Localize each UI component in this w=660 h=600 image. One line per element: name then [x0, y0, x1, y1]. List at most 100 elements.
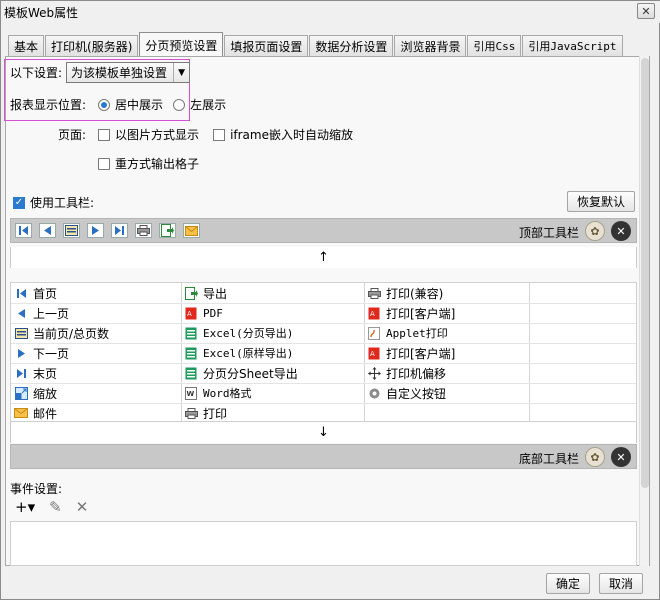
- export-icon[interactable]: [159, 223, 176, 238]
- list-item-custom-button[interactable]: 自定义按钮: [367, 383, 446, 403]
- tab-fill-page[interactable]: 填报页面设置: [224, 35, 309, 56]
- word-icon: W: [184, 386, 198, 400]
- list-item-zoom[interactable]: 缩放: [14, 383, 57, 403]
- list-item-word[interactable]: W Word格式: [184, 383, 252, 403]
- print-icon[interactable]: [135, 223, 152, 238]
- first-page-icon[interactable]: [15, 223, 32, 238]
- position-row: 报表显示位置: 居中展示 左展示: [10, 96, 226, 113]
- events-list[interactable]: [10, 521, 637, 566]
- remove-toolbar-icon[interactable]: ✕: [611, 447, 631, 467]
- restore-default-button[interactable]: 恢复默认: [567, 191, 635, 212]
- list-item-next-page[interactable]: 下一页: [14, 343, 69, 363]
- move-down-arrow[interactable]: ↓: [10, 422, 637, 443]
- list-item-print-client[interactable]: A 打印[客户端]: [367, 303, 455, 323]
- last-page-icon: [14, 367, 28, 380]
- list-item-label: 自定义按钮: [386, 386, 447, 401]
- svg-text:A: A: [370, 350, 375, 358]
- tab-reference-css[interactable]: 引用Css: [467, 35, 522, 56]
- list-item-print-compat[interactable]: 打印(兼容): [367, 283, 443, 303]
- tab-basic[interactable]: 基本: [8, 35, 45, 56]
- radio-center[interactable]: 居中展示: [98, 96, 163, 113]
- gear-icon[interactable]: ✿: [585, 221, 605, 241]
- add-icon[interactable]: +▾: [15, 498, 35, 516]
- tab-reference-javascript[interactable]: 引用JavaScript: [522, 35, 623, 56]
- radio-left-label: 左展示: [190, 98, 227, 112]
- gear-icon[interactable]: ✿: [585, 447, 605, 467]
- export-icon: [184, 286, 198, 300]
- tab-data-analysis[interactable]: 数据分析设置: [309, 35, 394, 56]
- edit-icon[interactable]: ✎: [49, 498, 62, 516]
- grid-line: [11, 383, 636, 384]
- excel-icon: [184, 327, 198, 340]
- list-item-sheet-export[interactable]: 分页分Sheet导出: [184, 363, 298, 383]
- iframe-zoom-checkbox[interactable]: iframe嵌入时自动缩放: [213, 126, 353, 143]
- list-item-prev-page[interactable]: 上一页: [14, 303, 69, 323]
- top-toolbar-label: 顶部工具栏: [519, 226, 580, 240]
- list-item-label: 打印[客户端]: [386, 346, 456, 361]
- repeat-cells-label: 重方式输出格子: [115, 157, 200, 171]
- repeat-cells-checkbox[interactable]: 重方式输出格子: [98, 155, 199, 172]
- grid-line: [11, 363, 636, 364]
- zoom-icon: [14, 386, 28, 400]
- settings-row: 以下设置: 为该模板单独设置 ▼: [10, 62, 191, 83]
- page-row: 页面: 以图片方式显示 iframe嵌入时自动缩放: [58, 126, 353, 143]
- delete-icon[interactable]: ✕: [76, 498, 89, 516]
- settings-select[interactable]: 为该模板单独设置 ▼: [66, 62, 191, 83]
- chevron-down-icon: ▼: [173, 63, 189, 82]
- scrollbar-thumb[interactable]: [641, 58, 649, 488]
- ok-button[interactable]: 确定: [546, 573, 590, 594]
- list-item-printer-offset[interactable]: 打印机偏移: [367, 363, 446, 383]
- dialog-window: 模板Web属性 ✕ 基本 打印机(服务器) 分页预览设置 填报页面设置 数据分析…: [0, 0, 660, 600]
- remove-toolbar-icon[interactable]: ✕: [611, 221, 631, 241]
- bottom-toolbar-label: 底部工具栏: [519, 452, 580, 466]
- move-up-arrow[interactable]: ↑: [10, 247, 637, 268]
- list-item-label: 下一页: [33, 346, 70, 361]
- tab-pagination-preview[interactable]: 分页预览设置: [139, 32, 224, 57]
- mail-icon: [14, 407, 28, 420]
- list-item-label: 打印[客户端]: [386, 306, 456, 321]
- list-item-last-page[interactable]: 末页: [14, 363, 57, 383]
- list-item-print-client-2[interactable]: A 打印[客户端]: [367, 343, 455, 363]
- tab-browser-background[interactable]: 浏览器背景: [394, 35, 467, 56]
- radio-left[interactable]: 左展示: [173, 96, 226, 113]
- list-item-label: 当前页/总页数: [33, 326, 110, 341]
- print-icon: [367, 287, 381, 300]
- list-item-mail[interactable]: 邮件: [14, 403, 57, 423]
- next-page-icon: [14, 347, 28, 360]
- prev-page-icon[interactable]: [39, 223, 56, 238]
- last-page-icon[interactable]: [111, 223, 128, 238]
- bottom-toolbar-strip: 底部工具栏 ✿ ✕: [10, 444, 637, 469]
- excel-icon: [184, 347, 198, 360]
- repeat-cells-box: [98, 157, 110, 170]
- vertical-scrollbar[interactable]: [639, 56, 649, 566]
- excel-icon: [184, 367, 198, 380]
- list-item-excel-paged[interactable]: Excel(分页导出): [184, 323, 293, 343]
- close-button[interactable]: ✕: [637, 3, 655, 19]
- list-item-label: Excel(分页导出): [203, 327, 294, 340]
- list-item-excel-original[interactable]: Excel(原样导出): [184, 343, 293, 363]
- cancel-button[interactable]: 取消: [599, 573, 643, 594]
- use-toolbar-checkbox[interactable]: ✓ 使用工具栏:: [13, 194, 94, 211]
- prev-page-icon: [14, 307, 28, 320]
- settings-label: 以下设置:: [10, 66, 63, 80]
- list-item-label: 导出: [203, 286, 228, 301]
- radio-left-indicator: [173, 98, 186, 111]
- next-page-icon[interactable]: [87, 223, 104, 238]
- move-icon: [367, 366, 381, 380]
- list-item-export[interactable]: 导出: [184, 283, 227, 303]
- list-item-first-page[interactable]: 首页: [14, 283, 57, 303]
- list-item-print[interactable]: 打印: [184, 403, 227, 423]
- tab-printer-server[interactable]: 打印机(服务器): [45, 35, 139, 56]
- gear-icon: [367, 387, 381, 400]
- image-mode-checkbox[interactable]: 以图片方式显示: [98, 126, 199, 143]
- toolbar-items-grid: 首页 上一页 当前页/总页数 下一页 末页 缩放 邮件 导出 A PDF Exce…: [10, 282, 637, 422]
- list-item-page-count[interactable]: 当前页/总页数: [14, 323, 109, 343]
- page-count-icon[interactable]: [63, 223, 80, 238]
- use-toolbar-label: 使用工具栏:: [30, 196, 95, 210]
- title-bar: 模板Web属性 ✕: [1, 1, 660, 23]
- mail-icon[interactable]: [183, 223, 200, 238]
- list-item-pdf[interactable]: A PDF: [184, 303, 223, 323]
- list-item-label: 邮件: [33, 406, 58, 421]
- list-item-applet-print[interactable]: Applet打印: [367, 323, 448, 343]
- svg-text:A: A: [370, 310, 375, 318]
